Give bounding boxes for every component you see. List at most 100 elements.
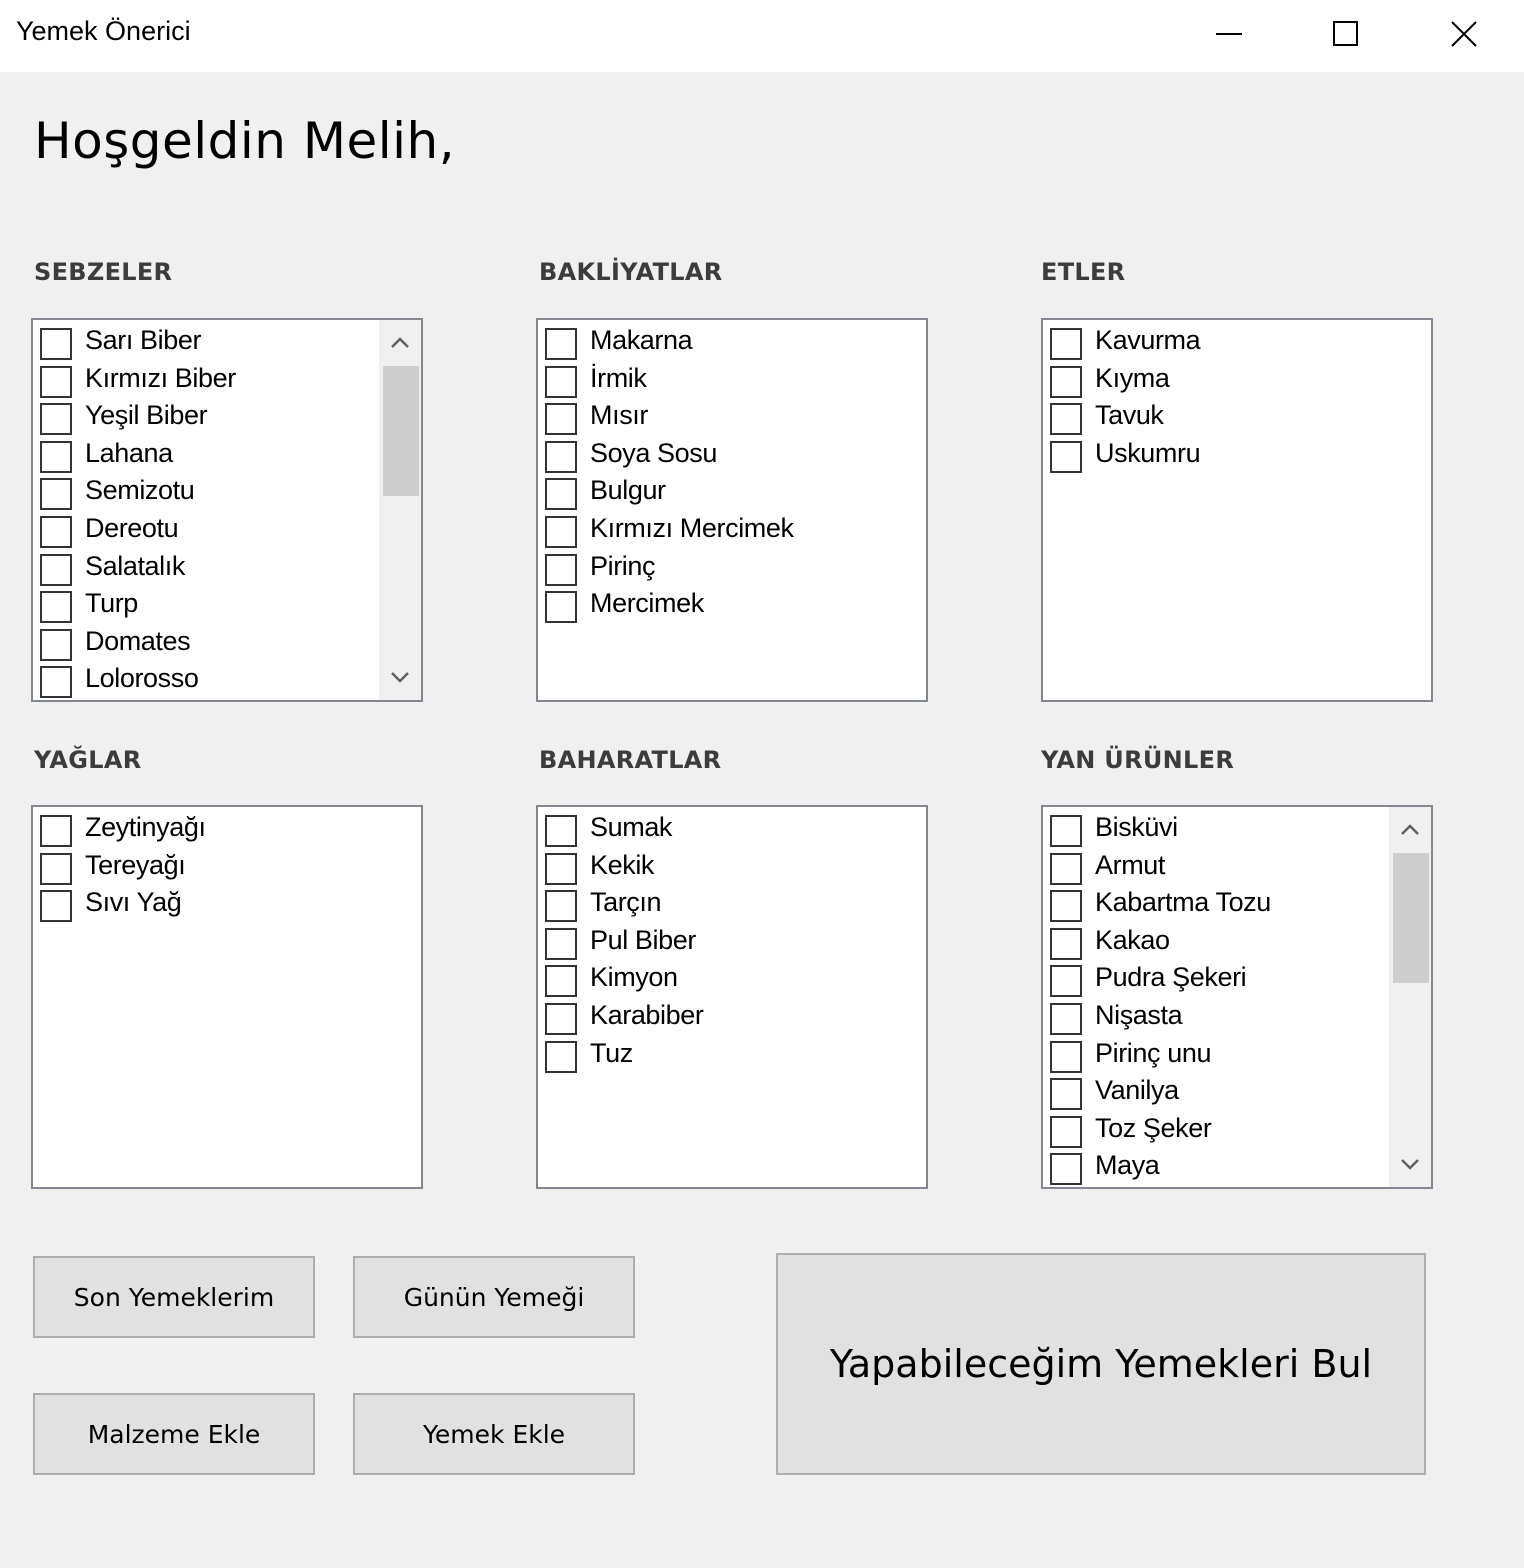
checkbox-unchecked-icon[interactable]: [40, 666, 72, 699]
checkbox-unchecked-icon[interactable]: [545, 927, 577, 960]
listbox-item[interactable]: Tereyağı: [37, 847, 421, 885]
listbox-item[interactable]: Vanilya: [1047, 1072, 1431, 1111]
listbox-item[interactable]: Kıyma: [1047, 360, 1431, 398]
listbox-item[interactable]: Tarçın: [542, 884, 926, 923]
listbox-item[interactable]: Sarı Biber: [37, 322, 421, 360]
add-meal-button[interactable]: Yemek Ekle: [353, 1393, 635, 1475]
checkbox-unchecked-icon[interactable]: [1050, 1040, 1082, 1073]
checkbox-unchecked-icon[interactable]: [40, 440, 72, 473]
checkbox-unchecked-icon[interactable]: [545, 478, 577, 511]
checkbox-unchecked-icon[interactable]: [1050, 1115, 1082, 1148]
listbox-item[interactable]: Sıvı Yağ: [37, 884, 421, 923]
listbox-item[interactable]: Armut: [1047, 847, 1431, 885]
listbox-item[interactable]: Mercimek: [542, 585, 926, 624]
minimize-button[interactable]: [1172, 0, 1288, 68]
checkbox-unchecked-icon[interactable]: [545, 403, 577, 436]
checkbox-unchecked-icon[interactable]: [1050, 927, 1082, 960]
checked-listbox-baharatlar[interactable]: Sumak Kekik Tarçın Pul Biber Kimyon Karabiber…: [536, 805, 928, 1189]
checkbox-unchecked-icon[interactable]: [40, 852, 72, 885]
listbox-item[interactable]: Kakao: [1047, 922, 1431, 960]
listbox-item[interactable]: Turp: [37, 585, 421, 624]
checkbox-unchecked-icon[interactable]: [40, 328, 72, 360]
listbox-item[interactable]: Zeytinyağı: [37, 809, 421, 847]
listbox-item[interactable]: Pirinç unu: [1047, 1035, 1431, 1073]
checkbox-unchecked-icon[interactable]: [40, 478, 72, 511]
checkbox-unchecked-icon[interactable]: [1050, 1078, 1082, 1111]
chevron-down-icon[interactable]: [388, 668, 412, 686]
listbox-item[interactable]: Lolorosso: [37, 660, 421, 699]
checkbox-unchecked-icon[interactable]: [1050, 403, 1082, 436]
listbox-item[interactable]: Mısır: [542, 397, 926, 436]
listbox-item[interactable]: Karabiber: [542, 997, 926, 1035]
checked-listbox-bakliyatlar[interactable]: Makarna İrmik Mısır Soya Sosu Bulgur Kırmızı …: [536, 318, 928, 702]
listbox-item[interactable]: Domates: [37, 623, 421, 661]
checkbox-unchecked-icon[interactable]: [40, 515, 72, 548]
checkbox-unchecked-icon[interactable]: [545, 440, 577, 473]
checkbox-unchecked-icon[interactable]: [40, 628, 72, 661]
checked-listbox-etler[interactable]: Kavurma Kıyma Tavuk Uskumru: [1041, 318, 1433, 702]
checkbox-unchecked-icon[interactable]: [1050, 890, 1082, 923]
checkbox-unchecked-icon[interactable]: [1050, 365, 1082, 398]
listbox-item[interactable]: İrmik: [542, 360, 926, 398]
vertical-scrollbar[interactable]: [379, 320, 421, 700]
listbox-item[interactable]: Pul Biber: [542, 922, 926, 960]
listbox-item[interactable]: Semizotu: [37, 472, 421, 511]
checkbox-unchecked-icon[interactable]: [545, 591, 577, 624]
checkbox-unchecked-icon[interactable]: [1050, 1153, 1082, 1186]
listbox-item[interactable]: Kırmızı Mercimek: [542, 510, 926, 548]
listbox-item[interactable]: Pirinç: [542, 548, 926, 586]
checkbox-unchecked-icon[interactable]: [40, 815, 72, 847]
listbox-item[interactable]: Kavurma: [1047, 322, 1431, 360]
checkbox-unchecked-icon[interactable]: [545, 815, 577, 847]
checkbox-unchecked-icon[interactable]: [40, 591, 72, 624]
listbox-item[interactable]: Kekik: [542, 847, 926, 885]
listbox-item[interactable]: Tavuk: [1047, 397, 1431, 436]
listbox-item[interactable]: Lahana: [37, 435, 421, 473]
checkbox-unchecked-icon[interactable]: [545, 1040, 577, 1073]
checkbox-unchecked-icon[interactable]: [1050, 815, 1082, 847]
listbox-item[interactable]: Tuz: [542, 1035, 926, 1073]
checkbox-unchecked-icon[interactable]: [40, 553, 72, 586]
checkbox-unchecked-icon[interactable]: [545, 328, 577, 360]
listbox-item[interactable]: Kimyon: [542, 959, 926, 998]
checkbox-unchecked-icon[interactable]: [1050, 328, 1082, 360]
listbox-item[interactable]: Uskumru: [1047, 435, 1431, 473]
meal-of-day-button[interactable]: Günün Yemeği: [353, 1256, 635, 1338]
checkbox-unchecked-icon[interactable]: [40, 403, 72, 436]
listbox-item[interactable]: Dereotu: [37, 510, 421, 548]
close-button[interactable]: [1406, 0, 1522, 68]
vertical-scrollbar[interactable]: [1389, 807, 1431, 1187]
chevron-up-icon[interactable]: [388, 334, 412, 352]
chevron-down-icon[interactable]: [1398, 1155, 1422, 1173]
checkbox-unchecked-icon[interactable]: [545, 890, 577, 923]
checkbox-unchecked-icon[interactable]: [40, 890, 72, 923]
checkbox-unchecked-icon[interactable]: [1050, 852, 1082, 885]
listbox-item[interactable]: Kırmızı Biber: [37, 360, 421, 398]
listbox-item[interactable]: Kabartma Tozu: [1047, 884, 1431, 923]
listbox-item[interactable]: Makarna: [542, 322, 926, 360]
checkbox-unchecked-icon[interactable]: [1050, 1002, 1082, 1035]
listbox-item[interactable]: Bisküvi: [1047, 809, 1431, 847]
checkbox-unchecked-icon[interactable]: [545, 965, 577, 998]
checkbox-unchecked-icon[interactable]: [40, 365, 72, 398]
checkbox-unchecked-icon[interactable]: [545, 852, 577, 885]
checked-listbox-yan-urunler[interactable]: Bisküvi Armut Kabartma Tozu Kakao Pudra Şeke…: [1041, 805, 1433, 1189]
checkbox-unchecked-icon[interactable]: [1050, 440, 1082, 473]
listbox-item[interactable]: Salatalık: [37, 548, 421, 586]
listbox-item[interactable]: Pudra Şekeri: [1047, 959, 1431, 998]
listbox-item[interactable]: Sumak: [542, 809, 926, 847]
listbox-item[interactable]: Toz Şeker: [1047, 1110, 1431, 1148]
checkbox-unchecked-icon[interactable]: [545, 1002, 577, 1035]
listbox-item[interactable]: Soya Sosu: [542, 435, 926, 473]
find-meals-button[interactable]: Yapabileceğim Yemekleri Bul: [776, 1253, 1426, 1475]
chevron-up-icon[interactable]: [1398, 821, 1422, 839]
recent-meals-button[interactable]: Son Yemeklerim: [33, 1256, 315, 1338]
maximize-button[interactable]: [1288, 0, 1404, 68]
listbox-item[interactable]: Yeşil Biber: [37, 397, 421, 436]
scrollbar-thumb[interactable]: [383, 366, 419, 496]
scrollbar-thumb[interactable]: [1393, 853, 1429, 983]
checkbox-unchecked-icon[interactable]: [545, 515, 577, 548]
listbox-item[interactable]: Maya: [1047, 1147, 1431, 1186]
checked-listbox-yaglar[interactable]: Zeytinyağı Tereyağı Sıvı Yağ: [31, 805, 423, 1189]
checkbox-unchecked-icon[interactable]: [1050, 965, 1082, 998]
